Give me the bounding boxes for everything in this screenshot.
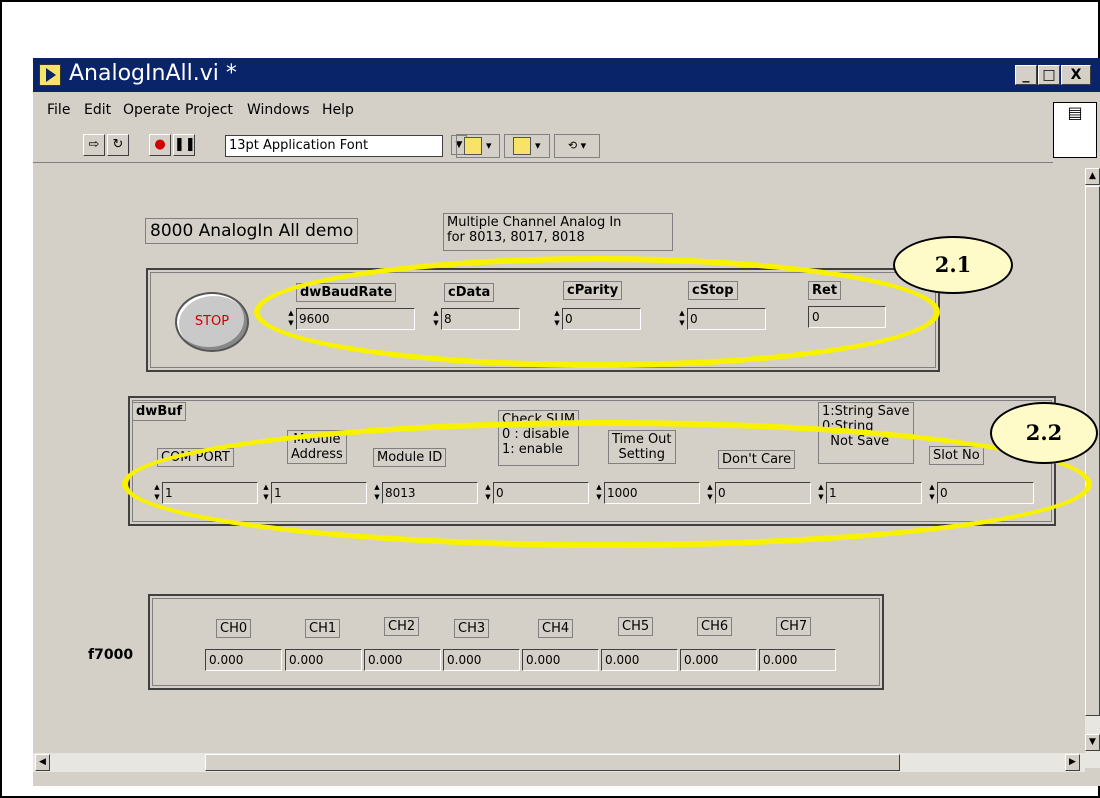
align-objects-icon[interactable]: ▾ — [456, 134, 500, 158]
run-continuously-icon[interactable]: ↻ — [107, 134, 129, 156]
run-arrow-icon[interactable]: ⇨ — [83, 134, 105, 156]
menu-operate[interactable]: Operate — [123, 102, 180, 118]
vi-icon: ▤ — [1053, 102, 1097, 158]
callout-2-1: 2.1 — [893, 236, 1013, 294]
f7000-cluster — [148, 594, 884, 690]
channel-label-2: CH2 — [384, 617, 420, 636]
channel-value-0: 0.000 — [205, 649, 282, 671]
channel-label-3: CH3 — [454, 619, 490, 638]
abort-icon[interactable]: ● — [149, 134, 171, 156]
menu-file[interactable]: File — [47, 102, 70, 118]
font-select[interactable]: 13pt Application Font — [225, 135, 443, 157]
reorder-icon[interactable]: ⟲ ▾ — [554, 134, 600, 158]
scroll-right-icon[interactable]: ▶ — [1065, 754, 1080, 771]
menu-project[interactable]: Project — [185, 102, 233, 118]
channel-label-5: CH5 — [618, 617, 654, 636]
dwbuf-label: dwBuf — [132, 402, 187, 421]
menu-windows[interactable]: Windows — [247, 102, 310, 118]
minimize-button[interactable]: _ — [1015, 65, 1037, 85]
vi-run-icon — [39, 64, 61, 86]
highlight-ellipse-2-2 — [122, 420, 1092, 548]
window-title: AnalogInAll.vi * — [69, 61, 237, 86]
channel-value-7: 0.000 — [759, 649, 836, 671]
highlight-ellipse-2-1 — [254, 256, 940, 368]
description-label: Multiple Channel Analog In for 8013, 801… — [443, 213, 673, 251]
distribute-objects-icon[interactable]: ▾ — [504, 134, 550, 158]
close-button[interactable]: X — [1061, 65, 1091, 85]
horizontal-scrollbar[interactable]: ◀ ▶ — [33, 753, 1085, 772]
channel-label-0: CH0 — [216, 619, 252, 638]
f7000-label: f7000 — [88, 647, 134, 663]
stop-button[interactable]: STOP — [175, 292, 249, 352]
channel-value-6: 0.000 — [680, 649, 757, 671]
scroll-down-icon[interactable]: ▼ — [1085, 734, 1100, 751]
channel-value-5: 0.000 — [601, 649, 678, 671]
pause-icon[interactable]: ❚❚ — [173, 134, 196, 156]
page-title: 8000 AnalogIn All demo — [145, 218, 359, 244]
channel-label-4: CH4 — [538, 619, 574, 638]
channel-label-7: CH7 — [776, 617, 812, 636]
title-bar[interactable]: AnalogInAll.vi * _ □ X — [33, 58, 1100, 92]
channel-value-3: 0.000 — [443, 649, 520, 671]
scroll-left-icon[interactable]: ◀ — [35, 754, 50, 771]
maximize-button[interactable]: □ — [1038, 65, 1060, 85]
toolbar: ⇨ ↻ ● ❚❚ 13pt Application Font ▼ ▾ ▾ ⟲ ▾ — [33, 132, 1053, 163]
horizontal-scroll-thumb[interactable] — [205, 754, 900, 771]
channel-value-4: 0.000 — [522, 649, 599, 671]
channel-value-1: 0.000 — [285, 649, 362, 671]
callout-2-2: 2.2 — [990, 402, 1098, 464]
menu-edit[interactable]: Edit — [84, 102, 111, 118]
scroll-up-icon[interactable]: ▲ — [1085, 168, 1100, 185]
channel-value-2: 0.000 — [364, 649, 441, 671]
channel-label-1: CH1 — [305, 619, 341, 638]
channel-label-6: CH6 — [697, 617, 733, 636]
menu-help[interactable]: Help — [322, 102, 354, 118]
vertical-scrollbar[interactable]: ▲ ▼ — [1085, 168, 1100, 768]
